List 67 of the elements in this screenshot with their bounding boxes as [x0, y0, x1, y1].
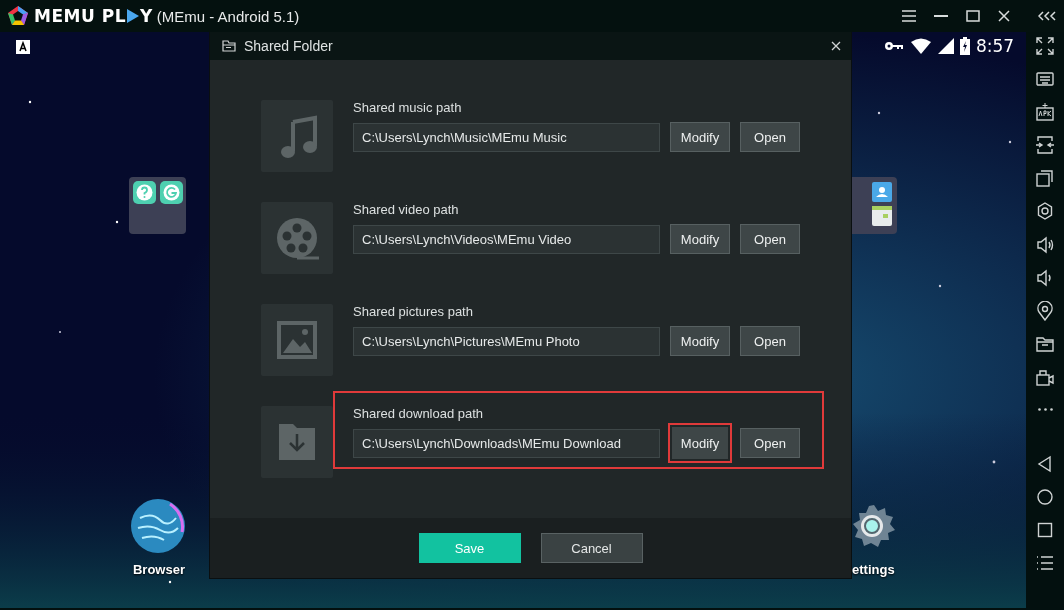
close-button[interactable] [998, 10, 1010, 22]
maximize-icon [966, 10, 980, 22]
volume-up-icon [1035, 234, 1055, 255]
open-button[interactable]: Open [740, 326, 800, 356]
modify-button[interactable]: Modify [670, 122, 730, 152]
notification-icon [16, 40, 30, 54]
fullscreen-icon [1035, 36, 1055, 56]
maximize-button[interactable] [966, 10, 980, 22]
menu-icon [902, 10, 916, 22]
film-reel-icon [275, 216, 319, 260]
open-button[interactable]: Open [740, 428, 800, 458]
modify-button[interactable]: Modify [670, 326, 730, 356]
menu-button[interactable] [902, 10, 916, 22]
home-icon [1035, 487, 1055, 508]
settings-icon [1035, 201, 1055, 222]
image-icon [275, 318, 319, 362]
cancel-button[interactable]: Cancel [540, 533, 643, 563]
app-label[interactable]: Browser [130, 562, 188, 577]
more-icon [1037, 408, 1053, 412]
home-button[interactable] [1035, 487, 1055, 508]
globe-icon [130, 498, 186, 554]
help-app-icon [133, 181, 156, 204]
modify-button[interactable]: Modify [670, 224, 730, 254]
apk-icon [1035, 102, 1055, 123]
resize-button[interactable] [1035, 135, 1055, 156]
chevrons-icon [1038, 11, 1056, 21]
fullscreen-button[interactable] [1035, 36, 1055, 56]
key-icon [884, 41, 904, 51]
windows-icon [1035, 168, 1055, 189]
gear-icon [851, 503, 897, 549]
path-field[interactable]: C:\Users\Lynch\Videos\MEmu Video [353, 224, 660, 254]
contacts-app-icon [872, 182, 892, 202]
modify-button[interactable]: Modify [668, 423, 732, 463]
memu-logo-icon [7, 5, 29, 27]
play-icon [125, 8, 140, 24]
open-button[interactable]: Open [740, 224, 800, 254]
path-field[interactable]: C:\Users\Lynch\Music\MEmu Music [353, 122, 660, 152]
path-label: Shared music path [353, 100, 463, 115]
location-icon [1035, 300, 1055, 321]
volume-up-button[interactable] [1035, 234, 1055, 255]
wifi-icon [910, 38, 932, 54]
resize-icon [1035, 135, 1055, 156]
settings-button[interactable] [1035, 201, 1055, 222]
path-field[interactable]: C:\Users\Lynch\Pictures\MEmu Photo [353, 326, 660, 356]
calendar-app-icon [872, 206, 892, 226]
close-icon [831, 41, 841, 51]
folder-icon [222, 40, 236, 52]
g-app-icon [160, 181, 183, 204]
windows-button[interactable] [1035, 168, 1055, 189]
app-label[interactable]: ettings [852, 562, 895, 577]
window-title: (MEmu - Android 5.1) [156, 7, 300, 25]
status-time: 8:57 [976, 36, 1015, 56]
logo-text: MEMU PL [34, 6, 126, 26]
close-icon [998, 10, 1010, 22]
signal-icon [938, 38, 954, 54]
location-button[interactable] [1035, 300, 1055, 321]
close-button[interactable] [831, 41, 841, 51]
logo-text: Y [139, 6, 153, 26]
path-label: Shared download path [353, 406, 485, 421]
path-label: Shared video path [353, 202, 460, 217]
path-label: Shared pictures path [353, 304, 474, 319]
apk-button[interactable] [1035, 102, 1055, 123]
collapse-button[interactable] [1038, 11, 1056, 21]
path-field[interactable]: C:\Users\Lynch\Downloads\MEmu Download [353, 428, 660, 458]
dialog-title: Shared Folder [244, 38, 333, 54]
open-button[interactable]: Open [740, 122, 800, 152]
battery-icon [960, 37, 970, 55]
